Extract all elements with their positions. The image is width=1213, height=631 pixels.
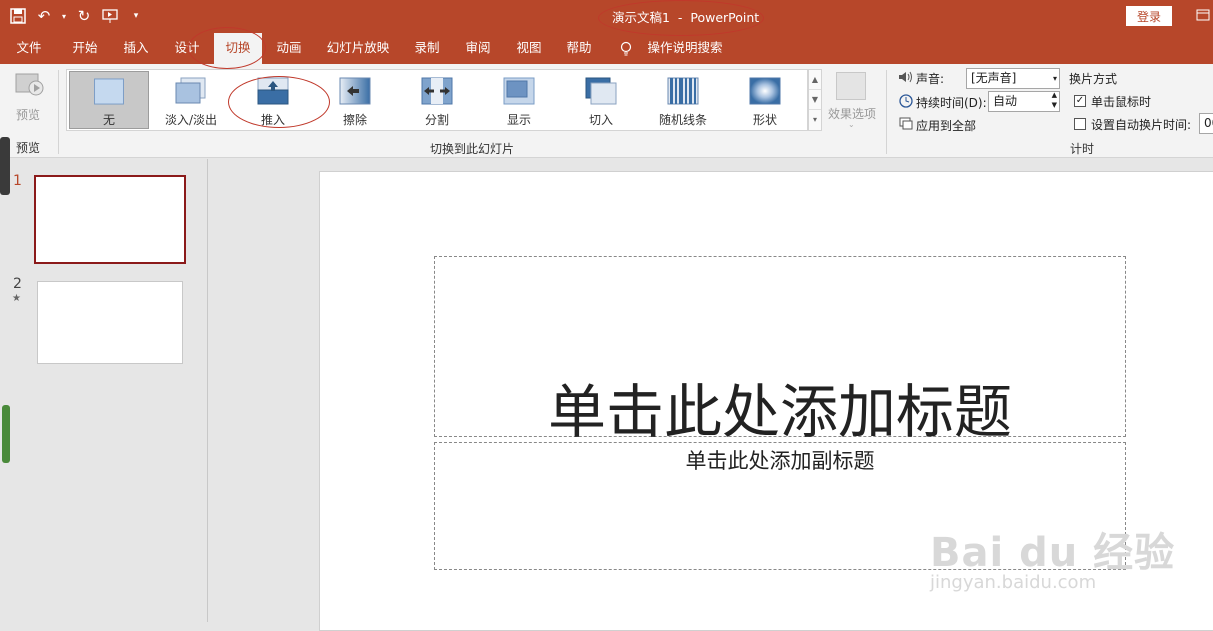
baidu-watermark-url: jingyan.baidu.com [930,572,1097,593]
after-time-checkbox[interactable] [1074,118,1086,130]
apply-all-icon [899,117,913,130]
sound-dropdown[interactable]: [无声音] ▾ [966,68,1060,89]
title-placeholder[interactable]: 单击此处添加标题 [434,256,1126,446]
transition-cut-label: 切入 [588,113,613,127]
preview-label: 预览 [16,108,41,122]
transition-wipe-icon [339,77,371,105]
duration-label: 持续时间(D): [916,96,987,110]
after-time-input[interactable]: 00 [1199,113,1213,134]
pane-scrollbar-bottom[interactable] [2,405,10,463]
tab-review[interactable]: 审阅 [455,33,501,64]
spinner-arrows-icon: ▲ ▼ [1051,91,1057,109]
subtitle-placeholder-text: 单击此处添加副标题 [685,449,875,473]
transition-shape[interactable]: 形状 [725,71,805,129]
transition-fade[interactable]: 淡入/淡出 [151,71,231,129]
preview-group-label: 预览 [16,141,41,155]
transition-group-label: 切换到此幻灯片 [430,142,515,156]
slides-pane: 1 2 ★ [0,137,208,622]
redo-icon[interactable]: ↻ [74,6,94,26]
group-divider [886,70,887,154]
transition-fade-icon [175,77,206,104]
group-divider [58,70,59,154]
tab-file[interactable]: 文件 [6,33,52,64]
tab-insert[interactable]: 插入 [113,33,159,64]
gallery-scrollbar[interactable]: ▲ ▼ ▾ [808,69,822,131]
transition-cut[interactable]: 切入 [561,71,641,129]
annotation-circle-title [598,0,764,36]
transition-reveal[interactable]: 显示 [479,71,559,129]
transition-fade-label: 淡入/淡出 [164,113,218,127]
ribbon: 预览 预览 无 淡入/淡出 推入 擦除 分割 显示 切入 随机线条 形状 ▲ ▼… [0,64,1213,158]
transition-none[interactable]: 无 [69,71,149,129]
transition-random-bars-label: 随机线条 [658,113,707,127]
clock-icon [899,94,913,108]
slide-number: 2 [13,276,22,292]
title-placeholder-text: 单击此处添加标题 [547,378,1012,446]
transition-split-icon [421,77,453,105]
customize-qat-icon[interactable]: ▾ [126,6,146,26]
annotation-circle-push [228,76,330,128]
transition-star-icon: ★ [12,293,21,304]
effect-options-button[interactable]: 效果选项 ⌄ [826,70,880,130]
ribbon-display-options-icon[interactable] [1196,8,1210,22]
transition-cut-icon [585,77,617,105]
timing-group-label: 计时 [1070,142,1095,156]
start-slideshow-icon[interactable] [100,6,120,26]
undo-dropdown-icon[interactable]: ▾ [60,6,68,26]
tab-animations[interactable]: 动画 [266,33,312,64]
gallery-scroll-up-icon[interactable]: ▲ [809,70,821,90]
apply-to-all-button[interactable]: 应用到全部 [916,117,976,134]
tell-me-search[interactable]: 操作说明搜索 [640,33,730,64]
login-button[interactable]: 登录 [1126,6,1172,26]
baidu-watermark-logo: Bai du 经验 [930,530,1176,576]
transition-shape-icon [749,77,781,105]
transition-split-label: 分割 [424,113,449,127]
on-click-checkbox[interactable]: ✓ [1074,95,1086,107]
slide-thumbnail-1[interactable] [34,175,186,264]
after-time-label: 设置自动换片时间: [1091,118,1192,132]
slide-thumbnail-2[interactable] [37,281,183,364]
lightbulb-icon [618,33,634,64]
tab-slideshow[interactable]: 幻灯片放映 [322,33,394,64]
tab-home[interactable]: 开始 [62,33,108,64]
tab-record[interactable]: 录制 [404,33,450,64]
sound-icon [899,71,912,83]
tab-help[interactable]: 帮助 [556,33,602,64]
transition-none-label: 无 [102,113,115,127]
transition-reveal-icon [503,77,535,105]
effect-options-icon [836,72,866,100]
transition-gallery: 无 淡入/淡出 推入 擦除 分割 显示 切入 随机线条 形状 [66,69,808,131]
undo-icon[interactable]: ↶ [34,6,54,26]
sound-value: [无声音] [971,71,1017,85]
transition-none-icon [94,78,124,105]
effect-options-chevron-icon: ⌄ [848,120,855,129]
preview-button[interactable]: 预览 [10,70,50,122]
ribbon-tabs: 文件 开始 插入 设计 切换 动画 幻灯片放映 录制 审阅 视图 帮助 操作说明… [0,33,1213,64]
gallery-scroll-down-icon[interactable]: ▼ [809,90,821,110]
duration-spinner[interactable]: 自动 ▲ ▼ [988,91,1060,112]
advance-slide-label: 换片方式 [1069,72,1118,86]
slide-number: 1 [13,173,22,189]
tab-view[interactable]: 视图 [506,33,552,64]
on-click-label: 单击鼠标时 [1091,95,1152,109]
transition-wipe-label: 擦除 [342,113,367,127]
transition-random-bars[interactable]: 随机线条 [643,71,723,129]
pane-scrollbar-top[interactable] [0,137,10,195]
save-icon[interactable] [8,6,28,26]
preview-icon [15,73,44,96]
transition-random-bars-icon [667,77,699,105]
annotation-circle-tab [188,27,266,69]
transition-split[interactable]: 分割 [397,71,477,129]
transition-reveal-label: 显示 [506,113,531,127]
sound-label: 声音: [916,72,945,86]
chevron-down-icon: ▾ [1052,74,1057,83]
gallery-more-icon[interactable]: ▾ [809,110,821,130]
quick-access-toolbar: ↶ ▾ ↻ ▾ [8,6,146,26]
transition-shape-label: 形状 [752,113,777,127]
duration-value: 自动 [993,94,1018,108]
